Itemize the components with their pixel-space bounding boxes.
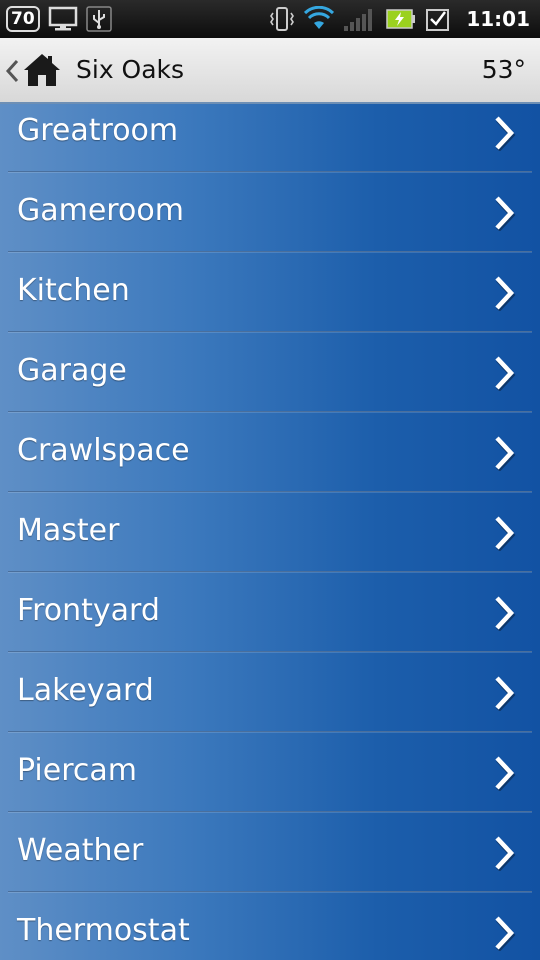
chevron-right-icon bbox=[492, 195, 516, 235]
status-bar-right: 11:01 bbox=[269, 4, 530, 34]
list-item-master[interactable]: Master bbox=[8, 492, 532, 572]
chevron-right-icon bbox=[492, 115, 516, 155]
temperature-readout: 53° bbox=[481, 55, 526, 84]
page-title: Six Oaks bbox=[76, 55, 185, 84]
list-item-crawlspace[interactable]: Crawlspace bbox=[8, 412, 532, 492]
chevron-right-icon bbox=[492, 675, 516, 715]
battery-charging-icon bbox=[386, 8, 416, 30]
list-item-lakeyard[interactable]: Lakeyard bbox=[8, 652, 532, 732]
status-bar: 70 11:01 bbox=[0, 0, 540, 38]
list-item-garage[interactable]: Garage bbox=[8, 332, 532, 412]
chevron-right-icon bbox=[492, 835, 516, 875]
chevron-right-icon bbox=[492, 435, 516, 475]
signal-icon bbox=[343, 6, 377, 32]
vibrate-icon bbox=[269, 5, 295, 33]
list-item-label: Thermostat bbox=[17, 913, 190, 948]
chevron-right-icon bbox=[492, 595, 516, 635]
checkbox-notification-icon bbox=[425, 6, 451, 32]
list-item-label: Garage bbox=[17, 353, 127, 388]
list-item-weather[interactable]: Weather bbox=[8, 812, 532, 892]
usb-icon bbox=[85, 6, 112, 32]
list-item-thermostat[interactable]: Thermostat bbox=[8, 892, 532, 960]
list-item-label: Crawlspace bbox=[17, 433, 190, 468]
back-chevron-icon[interactable] bbox=[4, 59, 20, 87]
status-bar-left: 70 bbox=[6, 4, 112, 34]
list-item-gameroom[interactable]: Gameroom bbox=[8, 172, 532, 252]
list-item-frontyard[interactable]: Frontyard bbox=[8, 572, 532, 652]
room-list: Greatroom Gameroom Kitchen Garage Crawlspace… bbox=[0, 104, 540, 960]
chevron-right-icon bbox=[492, 755, 516, 795]
chevron-right-icon bbox=[492, 915, 516, 955]
room-list-inner: Greatroom Gameroom Kitchen Garage Crawlspace… bbox=[0, 104, 540, 960]
list-item-label: Lakeyard bbox=[17, 673, 154, 708]
title-bar: Six Oaks 53° bbox=[0, 38, 540, 104]
monitor-icon bbox=[48, 6, 78, 32]
list-item-kitchen[interactable]: Kitchen bbox=[8, 252, 532, 332]
list-item-label: Piercam bbox=[17, 753, 137, 788]
clock: 11:01 bbox=[466, 7, 530, 31]
list-item-label: Greatroom bbox=[17, 113, 179, 148]
list-item-greatroom[interactable]: Greatroom bbox=[8, 104, 532, 172]
list-item-label: Frontyard bbox=[17, 593, 160, 628]
chevron-right-icon bbox=[492, 355, 516, 395]
list-item-label: Weather bbox=[17, 833, 144, 868]
list-item-label: Master bbox=[17, 513, 120, 548]
list-item-label: Gameroom bbox=[17, 193, 184, 228]
notification-count-badge: 70 bbox=[6, 6, 40, 32]
chevron-right-icon bbox=[492, 275, 516, 315]
home-icon[interactable] bbox=[22, 51, 62, 93]
wifi-icon bbox=[304, 6, 335, 32]
list-item-piercam[interactable]: Piercam bbox=[8, 732, 532, 812]
list-item-label: Kitchen bbox=[17, 273, 130, 308]
chevron-right-icon bbox=[492, 515, 516, 555]
